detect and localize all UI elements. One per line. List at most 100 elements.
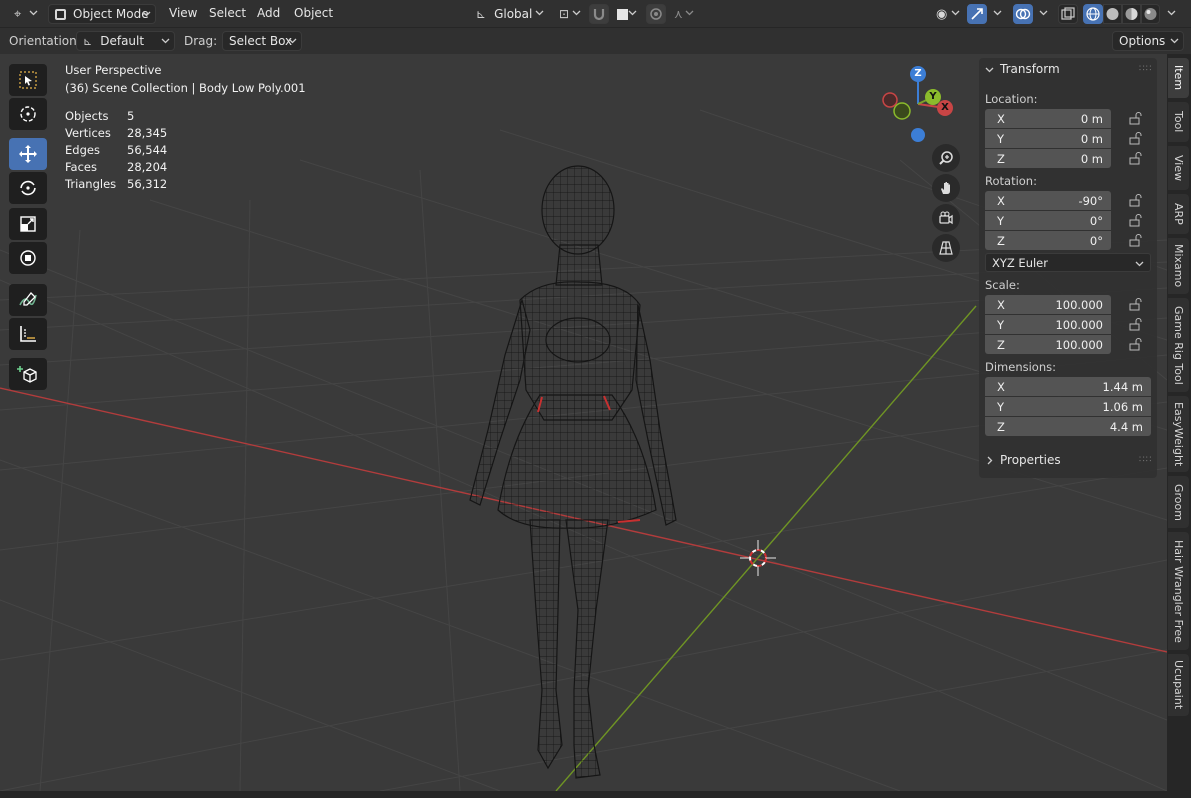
scale-z-field[interactable]: Z 100.000 [985,335,1111,354]
transform-panel-header[interactable]: Transform [985,62,1060,76]
zoom-button[interactable] [932,144,960,172]
gizmo-options-dropdown[interactable] [988,4,1006,24]
scale-tool[interactable] [9,208,47,240]
field-value: 1.44 m [1102,379,1143,394]
rotation-mode-dropdown[interactable]: XYZ Euler [985,253,1151,272]
snap-toggle[interactable] [589,4,609,24]
unlock-icon[interactable] [1129,338,1143,351]
stat-value: 56,544 [127,143,168,157]
chevron-down-icon [288,38,297,44]
rotation-z-field[interactable]: Z 0° [985,231,1111,250]
unlock-icon[interactable] [1129,234,1143,247]
chevron-down-icon [1135,261,1144,267]
shading-rendered-button[interactable] [1141,4,1160,24]
location-y-field[interactable]: Y 0 m [985,129,1111,148]
shading-wireframe-button[interactable] [1083,4,1103,24]
shading-options-dropdown[interactable] [1162,4,1180,24]
overlays-options-dropdown[interactable] [1034,4,1052,24]
rotation-x-field[interactable]: X -90° [985,191,1111,210]
unlock-icon[interactable] [1129,194,1143,207]
stat-value: 5 [127,109,135,123]
scale-y-field[interactable]: Y 100.000 [985,315,1111,334]
scale-x-field[interactable]: X 100.000 [985,295,1111,314]
tab-arp[interactable]: ARP [1168,194,1189,234]
unlock-icon[interactable] [1129,152,1143,165]
tab-tool[interactable]: Tool [1168,102,1189,142]
snap-target-icon [617,8,628,20]
drag-dropdown[interactable]: Select Box [222,31,302,51]
editor-type-selector[interactable]: ⌖ [8,4,42,24]
tab-game-rig-tool[interactable]: Game Rig Tool [1168,298,1189,392]
dimensions-y-field[interactable]: Y 1.06 m [985,397,1151,416]
visibility-selector[interactable]: ◉ [930,4,964,24]
move-tool[interactable] [9,138,47,170]
options-dropdown[interactable]: Options [1112,31,1184,51]
axis-label: Y [997,213,1005,228]
pan-button[interactable] [932,174,960,202]
proportional-editing-toggle[interactable] [646,4,666,24]
tab-label: Mixamo [1172,244,1185,288]
tab-item[interactable]: Item [1168,58,1189,98]
orientation-dropdown[interactable]: ⊾ Default [76,31,175,51]
tab-ucupaint[interactable]: Ucupaint [1168,654,1189,716]
camera-view-button[interactable] [932,204,960,232]
transform-tool[interactable] [9,242,47,274]
annotate-tool[interactable] [9,284,47,316]
chevron-down-icon [685,10,694,16]
axis-label: X [997,379,1005,394]
menu-view[interactable]: View [169,6,197,20]
chevron-down-icon [985,67,994,72]
xray-toggle[interactable] [1058,4,1078,24]
transform-orientation-selector[interactable]: ⊾ Global [470,4,548,24]
menu-add[interactable]: Add [257,6,280,20]
properties-panel-header[interactable]: Properties [985,453,1061,467]
chevron-down-icon [1170,38,1179,44]
drag-handle-icon[interactable]: ∷∷ [1139,64,1152,74]
select-box-tool[interactable] [9,64,47,96]
tab-hair-wrangler-free[interactable]: Hair Wrangler Free [1168,532,1189,650]
overlays-toggle[interactable] [1013,4,1033,24]
field-value: -90° [1078,193,1103,208]
pivot-point-selector[interactable]: ⊡ [553,4,585,24]
rotation-y-field[interactable]: Y 0° [985,211,1111,230]
tab-groom[interactable]: Groom [1168,476,1189,528]
tab-label: ARP [1172,203,1185,225]
unlock-icon[interactable] [1129,298,1143,311]
shading-solid-button[interactable] [1103,4,1122,24]
proportional-falloff-selector[interactable]: ⋏ [668,4,698,24]
solid-sphere-icon [1106,8,1119,20]
location-z-field[interactable]: Z 0 m [985,149,1111,168]
mode-selector[interactable]: Object Mode [48,4,156,24]
move-icon [19,145,37,163]
add-cube-tool[interactable] [9,358,47,390]
menu-object[interactable]: Object [294,6,333,20]
menu-select[interactable]: Select [209,6,246,20]
tab-mixamo[interactable]: Mixamo [1168,238,1189,294]
window-bottom-edge [0,791,1191,798]
perspective-toggle-button[interactable] [932,234,960,262]
editor-type-icon: ⌖ [14,6,22,22]
stat-value: 28,204 [127,160,168,174]
chevron-down-icon [572,10,581,16]
gizmo-x-axis[interactable]: X [937,100,953,116]
measure-tool[interactable] [9,318,47,350]
shading-material-button[interactable] [1122,4,1141,24]
drag-handle-icon[interactable]: ∷∷ [1139,455,1152,465]
dimensions-z-field[interactable]: Z 4.4 m [985,417,1151,436]
gizmo-toggle[interactable] [967,4,987,24]
magnet-icon [593,9,605,21]
tab-view[interactable]: View [1168,146,1189,190]
gizmo-z-axis[interactable]: Z [910,66,926,82]
unlock-icon[interactable] [1129,318,1143,331]
unlock-icon[interactable] [1129,214,1143,227]
snap-target-selector[interactable] [611,4,641,24]
unlock-icon[interactable] [1129,112,1143,125]
unlock-icon[interactable] [1129,132,1143,145]
rotate-tool[interactable] [9,172,47,204]
transform-orientation-label: Global [494,7,533,21]
cursor-tool[interactable] [9,98,47,130]
location-x-field[interactable]: X 0 m [985,109,1111,128]
dimensions-x-field[interactable]: X 1.44 m [985,377,1151,396]
tab-easyweight[interactable]: EasyWeight [1168,396,1189,472]
chevron-down-icon [951,10,960,16]
